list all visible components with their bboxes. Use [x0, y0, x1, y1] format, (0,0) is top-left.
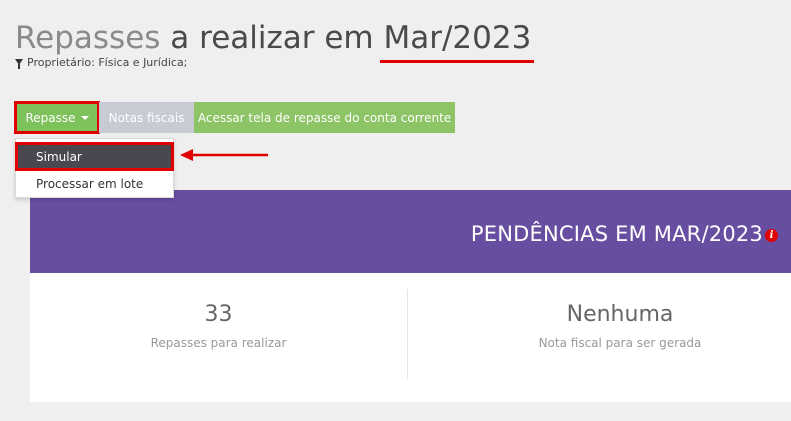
page-title: Repasses a realizar em Mar/2023	[15, 18, 535, 63]
stat-notas-value: Nenhuma	[566, 302, 674, 327]
filter-text: Proprietário: Física e Jurídica;	[27, 56, 188, 69]
page-title-period: Mar/2023	[380, 18, 535, 63]
stat-repasses: 33 Repasses para realizar	[30, 300, 407, 350]
page-title-period-text: Mar/2023	[383, 20, 532, 56]
filter-summary: Proprietário: Física e Jurídica;	[15, 56, 187, 69]
repasse-dropdown-menu: Simular Processar em lote	[15, 138, 174, 198]
repasse-dropdown-button[interactable]: Repasse	[14, 101, 100, 134]
notas-fiscais-button[interactable]: Notas fiscais	[99, 102, 194, 133]
stat-repasses-value: 33	[204, 302, 233, 327]
acessar-conta-corrente-button[interactable]: Acessar tela de repasse do conta corrent…	[194, 102, 455, 133]
menu-item-processar-em-lote[interactable]: Processar em lote	[16, 170, 173, 197]
info-icon[interactable]: i	[765, 229, 778, 242]
menu-item-simular[interactable]: Simular	[15, 142, 174, 171]
stat-notas: Nenhuma Nota fiscal para ser gerada	[408, 300, 791, 350]
pendencias-header: PENDÊNCIAS EM MAR/2023 i	[30, 190, 791, 273]
pendencias-card: PENDÊNCIAS EM MAR/2023 i 33 Repasses par…	[30, 190, 791, 402]
page-title-middle: a realizar em	[160, 20, 384, 56]
action-toolbar: Repasse Notas fiscais Acessar tela de re…	[14, 101, 455, 134]
period-highlight-underline	[380, 60, 535, 63]
repasse-button-label: Repasse	[25, 110, 76, 125]
stat-repasses-label: Repasses para realizar	[150, 336, 287, 350]
page-title-subject: Repasses	[15, 20, 161, 56]
pendencias-title: PENDÊNCIAS EM MAR/2023	[470, 222, 763, 246]
stat-notas-label: Nota fiscal para ser gerada	[538, 336, 702, 350]
caret-down-icon	[80, 115, 89, 120]
filter-icon	[15, 58, 23, 69]
annotation-arrow-icon	[180, 149, 268, 161]
